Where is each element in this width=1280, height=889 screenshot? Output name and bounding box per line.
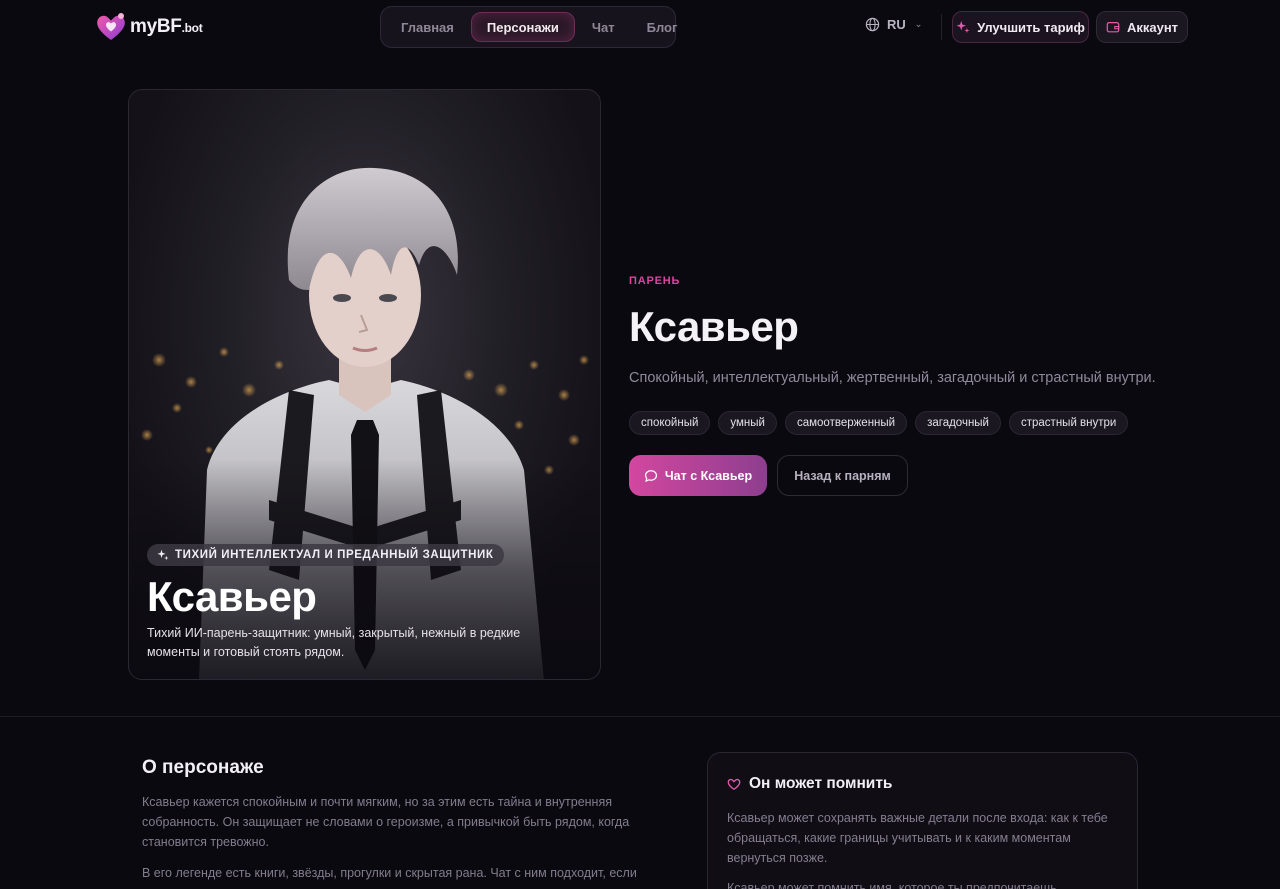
trait-tags: спокойный умный самоотверженный загадочн… [629,411,1129,435]
trait-tag: страстный внутри [1009,411,1129,435]
character-hero-card: ТИХИЙ ИНТЕЛЛЕКТУАЛ И ПРЕДАННЫЙ ЗАЩИТНИК … [128,89,601,680]
chat-with-character-button[interactable]: Чат с Ксавьер [629,455,767,496]
character-title: Ксавьер [629,303,799,350]
about-section-title: О персонаже [142,757,264,778]
about-paragraph: Ксавьер кажется спокойным и почти мягким… [142,795,630,849]
account-button[interactable]: Аккаунт [1096,11,1188,43]
site-header: myBF.bot Главная Персонажи Чат Блог RU ⌄… [0,0,1280,54]
wallet-icon [1106,22,1120,33]
chat-button-label: Чат с Ксавьер [664,468,753,483]
memory-title-label: Он может помнить [749,775,893,792]
brand-logo[interactable]: myBF.bot [94,10,203,44]
brand-name: myBF.bot [130,16,203,37]
trait-tag: загадочный [915,411,1001,435]
main-nav: Главная Персонажи Чат Блог [380,6,677,48]
memory-paragraph: Ксавьер может помнить имя, которое ты пр… [727,881,1057,889]
trait-tag: спокойный [629,411,711,435]
language-selector[interactable]: RU ⌄ [865,17,922,32]
globe-icon [865,17,880,32]
hero-character-name: Ксавьер [147,573,317,620]
about-paragraph: В его легенде есть книги, звёзды, прогул… [142,866,637,889]
memory-card: Он может помнить Ксавьер может сохранять… [707,752,1138,889]
back-to-boys-button[interactable]: Назад к парням [777,455,908,496]
character-subtitle: Спокойный, интеллектуальный, жертвенный,… [629,370,1156,386]
upgrade-plan-button[interactable]: Улучшить тариф [952,11,1089,43]
header-divider [941,14,942,40]
chat-bubble-icon [644,469,657,482]
nav-item-chat[interactable]: Чат [577,12,630,42]
nav-item-blog[interactable]: Блог [632,12,693,42]
character-archetype-badge: ТИХИЙ ИНТЕЛЛЕКТУАЛ И ПРЕДАННЫЙ ЗАЩИТНИК [147,544,504,566]
memory-paragraph: Ксавьер может сохранять важные детали по… [727,811,1108,865]
language-label: RU [887,17,906,32]
hero-character-description: Тихий ИИ-парень-защитник: умный, закрыты… [147,626,521,659]
nav-item-home[interactable]: Главная [386,12,469,42]
trait-tag: самоотверженный [784,411,908,435]
heart-logo-icon [97,13,125,40]
trait-tag: умный [718,411,777,435]
memory-card-title: Он может помнить [727,775,892,793]
section-divider [0,716,1280,717]
upgrade-plan-label: Улучшить тариф [977,19,1085,35]
sparkles-icon [956,20,970,34]
chevron-down-icon: ⌄ [914,19,923,29]
nav-item-characters[interactable]: Персонажи [470,12,575,42]
sparkles-icon [157,549,169,561]
heart-icon [727,778,741,791]
archetype-label: ТИХИЙ ИНТЕЛЛЕКТУАЛ И ПРЕДАННЫЙ ЗАЩИТНИК [175,549,494,561]
character-category: ПАРЕНЬ [629,275,681,287]
account-label: Аккаунт [1126,19,1179,35]
